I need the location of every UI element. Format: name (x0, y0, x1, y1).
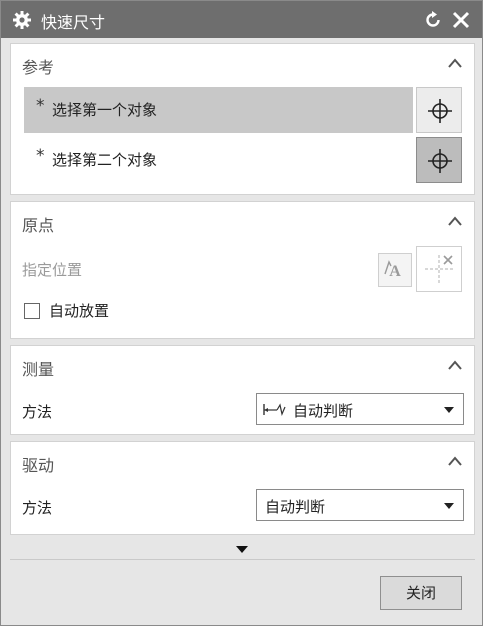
measure-method-label: 方法 (22, 403, 53, 421)
select-second-object-label: 选择第二个对象 (52, 151, 158, 169)
footer-divider (10, 559, 475, 560)
measure-method-value: 自动判断 (293, 402, 354, 420)
chevron-up-icon[interactable] (448, 456, 462, 466)
drive-method-value: 自动判断 (265, 498, 326, 516)
drive-method-label: 方法 (22, 499, 53, 517)
point-dialog-icon (425, 255, 453, 283)
reset-icon[interactable] (423, 10, 443, 30)
origin-section-title: 原点 (22, 216, 55, 235)
select-first-object-label: 选择第一个对象 (52, 101, 158, 119)
required-marker: * (36, 146, 45, 166)
chevron-up-icon[interactable] (448, 58, 462, 68)
title-bar[interactable]: 快速尺寸 (1, 1, 482, 38)
gear-icon (13, 11, 31, 29)
specify-position-label: 指定位置 (22, 261, 83, 279)
origin-section-header[interactable]: 原点 (11, 202, 474, 242)
text-origin-icon: A (384, 260, 401, 280)
select-first-object-row[interactable]: * 选择第一个对象 (24, 87, 413, 133)
dimension-icon (263, 403, 286, 416)
expand-more-icon[interactable] (236, 546, 248, 553)
required-marker: * (36, 96, 45, 116)
crosshair-icon (428, 149, 452, 173)
measure-section: 测量 方法 自动判断 (10, 345, 475, 435)
select-second-object-row[interactable]: * 选择第二个对象 (24, 137, 413, 183)
chevron-down-icon (444, 407, 454, 413)
select-first-object-button[interactable] (416, 87, 462, 133)
point-dialog-button[interactable] (416, 246, 462, 292)
reference-section: 参考 * 选择第一个对象 * 选择第二个对象 (10, 43, 475, 195)
chevron-down-icon (444, 503, 454, 509)
chevron-up-icon[interactable] (448, 360, 462, 370)
close-button[interactable]: 关闭 (380, 576, 462, 610)
select-second-object-button[interactable] (416, 137, 462, 183)
close-icon[interactable] (451, 10, 471, 30)
text-origin-button[interactable]: A (378, 253, 412, 287)
reference-section-header[interactable]: 参考 (11, 44, 474, 84)
measure-section-title: 测量 (22, 360, 55, 379)
drive-method-dropdown[interactable]: 自动判断 (256, 489, 464, 521)
drive-section: 驱动 方法 自动判断 (10, 441, 475, 535)
dialog-title: 快速尺寸 (41, 13, 106, 32)
drive-section-header[interactable]: 驱动 (11, 442, 474, 482)
measure-section-header[interactable]: 测量 (11, 346, 474, 386)
crosshair-icon (428, 99, 452, 123)
chevron-up-icon[interactable] (448, 216, 462, 226)
auto-place-checkbox[interactable] (24, 303, 40, 319)
quick-dimension-dialog: 快速尺寸 参考 * 选择第一个对象 * 选择第二个对象 原点 指定位置 A 自动… (0, 0, 483, 626)
auto-place-label: 自动放置 (49, 302, 110, 320)
drive-section-title: 驱动 (22, 456, 55, 475)
origin-section: 原点 指定位置 A 自动放置 (10, 201, 475, 339)
measure-method-dropdown[interactable]: 自动判断 (256, 393, 464, 425)
reference-section-title: 参考 (22, 58, 55, 77)
